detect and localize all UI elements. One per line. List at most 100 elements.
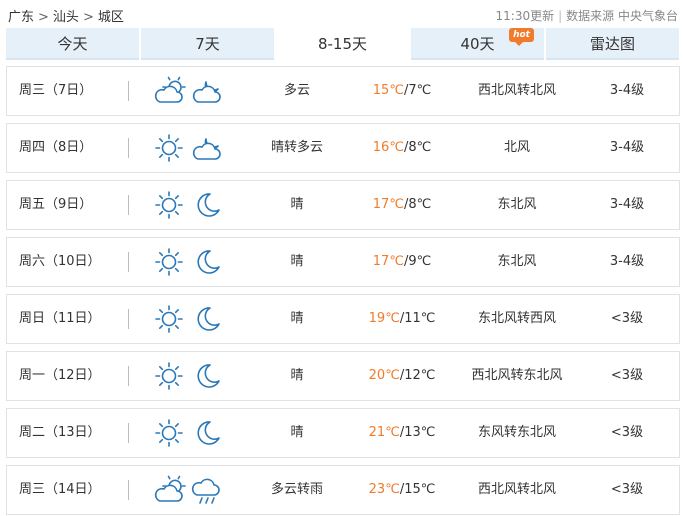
rain-cloud-icon xyxy=(191,478,220,504)
high-temp: 17℃ xyxy=(372,197,404,212)
data-source-info: 11:30更新 | 数据来源 中央气象台 xyxy=(496,7,678,24)
breadcrumb-separator: > xyxy=(38,10,49,25)
low-temp: /15℃ xyxy=(399,482,436,497)
low-temp: /8℃ xyxy=(403,197,432,212)
wind-level: 3-4级 xyxy=(609,197,645,212)
wind-level: 3-4级 xyxy=(609,254,645,269)
forecast-row[interactable]: 周四（8日） 晴转多云 16℃/8℃ 北风 3-4级 xyxy=(6,123,680,173)
weather-icons xyxy=(153,76,223,106)
condition: 晴 xyxy=(290,368,304,383)
divider xyxy=(128,309,129,329)
moon-icon xyxy=(197,421,220,445)
partly-cloudy-day-icon xyxy=(154,475,186,502)
breadcrumb-separator: > xyxy=(82,10,94,25)
wind-level: 3-4级 xyxy=(609,83,645,98)
partly-cloudy-day-icon xyxy=(154,76,186,103)
high-temp: 21℃ xyxy=(368,425,400,440)
moon-icon xyxy=(197,364,220,388)
breadcrumb-city[interactable]: 汕头 xyxy=(53,6,79,25)
forecast-row[interactable]: 周二（13日） 晴 21℃/13℃ 东风转东北风 <3级 xyxy=(6,408,680,458)
condition: 多云转雨 xyxy=(270,482,323,497)
low-temp: /12℃ xyxy=(399,368,436,383)
temperature: 17℃/8℃ xyxy=(357,181,447,229)
forecast-row[interactable]: 周一（12日） 晴 20℃/12℃ 西北风转东北风 <3级 xyxy=(6,351,680,401)
temperature: 16℃/8℃ xyxy=(357,124,447,172)
wind-direction: 北风 xyxy=(503,140,530,155)
wind-level: <3级 xyxy=(610,368,644,383)
tab-label: 7天 xyxy=(195,35,220,53)
tab-label: 40天 xyxy=(460,35,495,53)
wind-direction: 东北风 xyxy=(497,254,537,269)
temperature: 19℃/11℃ xyxy=(357,295,447,343)
sun-icon xyxy=(155,419,183,447)
moon-icon xyxy=(197,307,220,331)
high-temp: 17℃ xyxy=(372,254,404,269)
divider xyxy=(128,138,129,158)
day-label: 周六（10日） xyxy=(19,254,101,269)
condition: 晴 xyxy=(290,254,304,269)
weather-icons xyxy=(153,133,223,163)
divider xyxy=(128,81,129,101)
sun-icon xyxy=(155,362,183,390)
tab-label: 雷达图 xyxy=(589,35,635,53)
forecast-row[interactable]: 周日（11日） 晴 19℃/11℃ 东北风转西风 <3级 xyxy=(6,294,680,344)
day-label: 周五（9日） xyxy=(19,197,93,212)
sun-icon xyxy=(155,134,183,162)
day-label: 周三（14日） xyxy=(19,482,101,497)
partly-cloudy-night-icon xyxy=(192,81,221,103)
forecast-row[interactable]: 周六（10日） 晴 17℃/9℃ 东北风 3-4级 xyxy=(6,237,680,287)
temperature: 15℃/7℃ xyxy=(357,67,447,115)
tab-today[interactable]: 今天 xyxy=(6,28,139,60)
high-temp: 15℃ xyxy=(372,83,404,98)
sun-icon xyxy=(155,305,183,333)
high-temp: 19℃ xyxy=(368,311,400,326)
low-temp: /11℃ xyxy=(399,311,436,326)
wind-direction: 西北风转东北风 xyxy=(471,368,563,383)
temperature: 21℃/13℃ xyxy=(357,409,447,457)
condition: 晴转多云 xyxy=(270,140,323,155)
wind-level: <3级 xyxy=(610,482,644,497)
day-label: 周四（8日） xyxy=(19,140,93,155)
moon-icon xyxy=(197,250,220,274)
forecast-row[interactable]: 周五（9日） 晴 17℃/8℃ 东北风 3-4级 xyxy=(6,180,680,230)
sun-icon xyxy=(155,191,183,219)
low-temp: /9℃ xyxy=(403,254,432,269)
tab-8-15-days[interactable]: 8-15天 xyxy=(276,28,409,60)
tab-7-days[interactable]: 7天 xyxy=(141,28,274,60)
divider xyxy=(128,252,129,272)
temperature: 23℃/15℃ xyxy=(357,466,447,514)
day-label: 周日（11日） xyxy=(19,311,101,326)
data-source: 数据来源 中央气象台 xyxy=(566,9,678,23)
forecast-row[interactable]: 周三（7日） 多云 15℃/7℃ 西北风转北风 3-4级 xyxy=(6,66,680,116)
divider xyxy=(128,195,129,215)
partly-cloudy-night-icon xyxy=(192,138,221,160)
hot-badge: hot xyxy=(509,28,534,46)
day-label: 周一（12日） xyxy=(19,368,101,383)
moon-icon xyxy=(197,193,220,217)
weather-icons xyxy=(153,190,223,220)
top-bar: 广东 > 汕头 > 城区 11:30更新 | 数据来源 中央气象台 xyxy=(0,0,684,28)
wind-direction: 东风转东北风 xyxy=(477,425,556,440)
sun-icon xyxy=(155,248,183,276)
condition: 晴 xyxy=(290,425,304,440)
breadcrumb-province[interactable]: 广东 xyxy=(8,6,34,25)
wind-direction: 东北风转西风 xyxy=(477,311,556,326)
weather-icons xyxy=(153,361,223,391)
temperature: 17℃/9℃ xyxy=(357,238,447,286)
high-temp: 20℃ xyxy=(368,368,400,383)
update-time: 11:30更新 xyxy=(495,9,555,23)
forecast-tabs: 今天 7天 8-15天 40天 hot 雷达图 xyxy=(6,28,680,60)
forecast-row[interactable]: 周三（14日） 多云转雨 23℃/15℃ 西北风转北风 <3级 xyxy=(6,465,680,515)
condition: 晴 xyxy=(290,197,304,212)
weather-icons xyxy=(153,418,223,448)
tab-label: 8-15天 xyxy=(317,35,368,53)
breadcrumb-district[interactable]: 城区 xyxy=(98,6,124,25)
wind-direction: 西北风转北风 xyxy=(477,482,556,497)
breadcrumb: 广东 > 汕头 > 城区 xyxy=(8,6,124,25)
divider xyxy=(128,366,129,386)
tab-radar[interactable]: 雷达图 xyxy=(546,28,679,60)
weather-icons xyxy=(153,475,223,505)
weather-icons xyxy=(153,247,223,277)
tab-40-days[interactable]: 40天 hot xyxy=(411,28,544,60)
divider xyxy=(128,423,129,443)
